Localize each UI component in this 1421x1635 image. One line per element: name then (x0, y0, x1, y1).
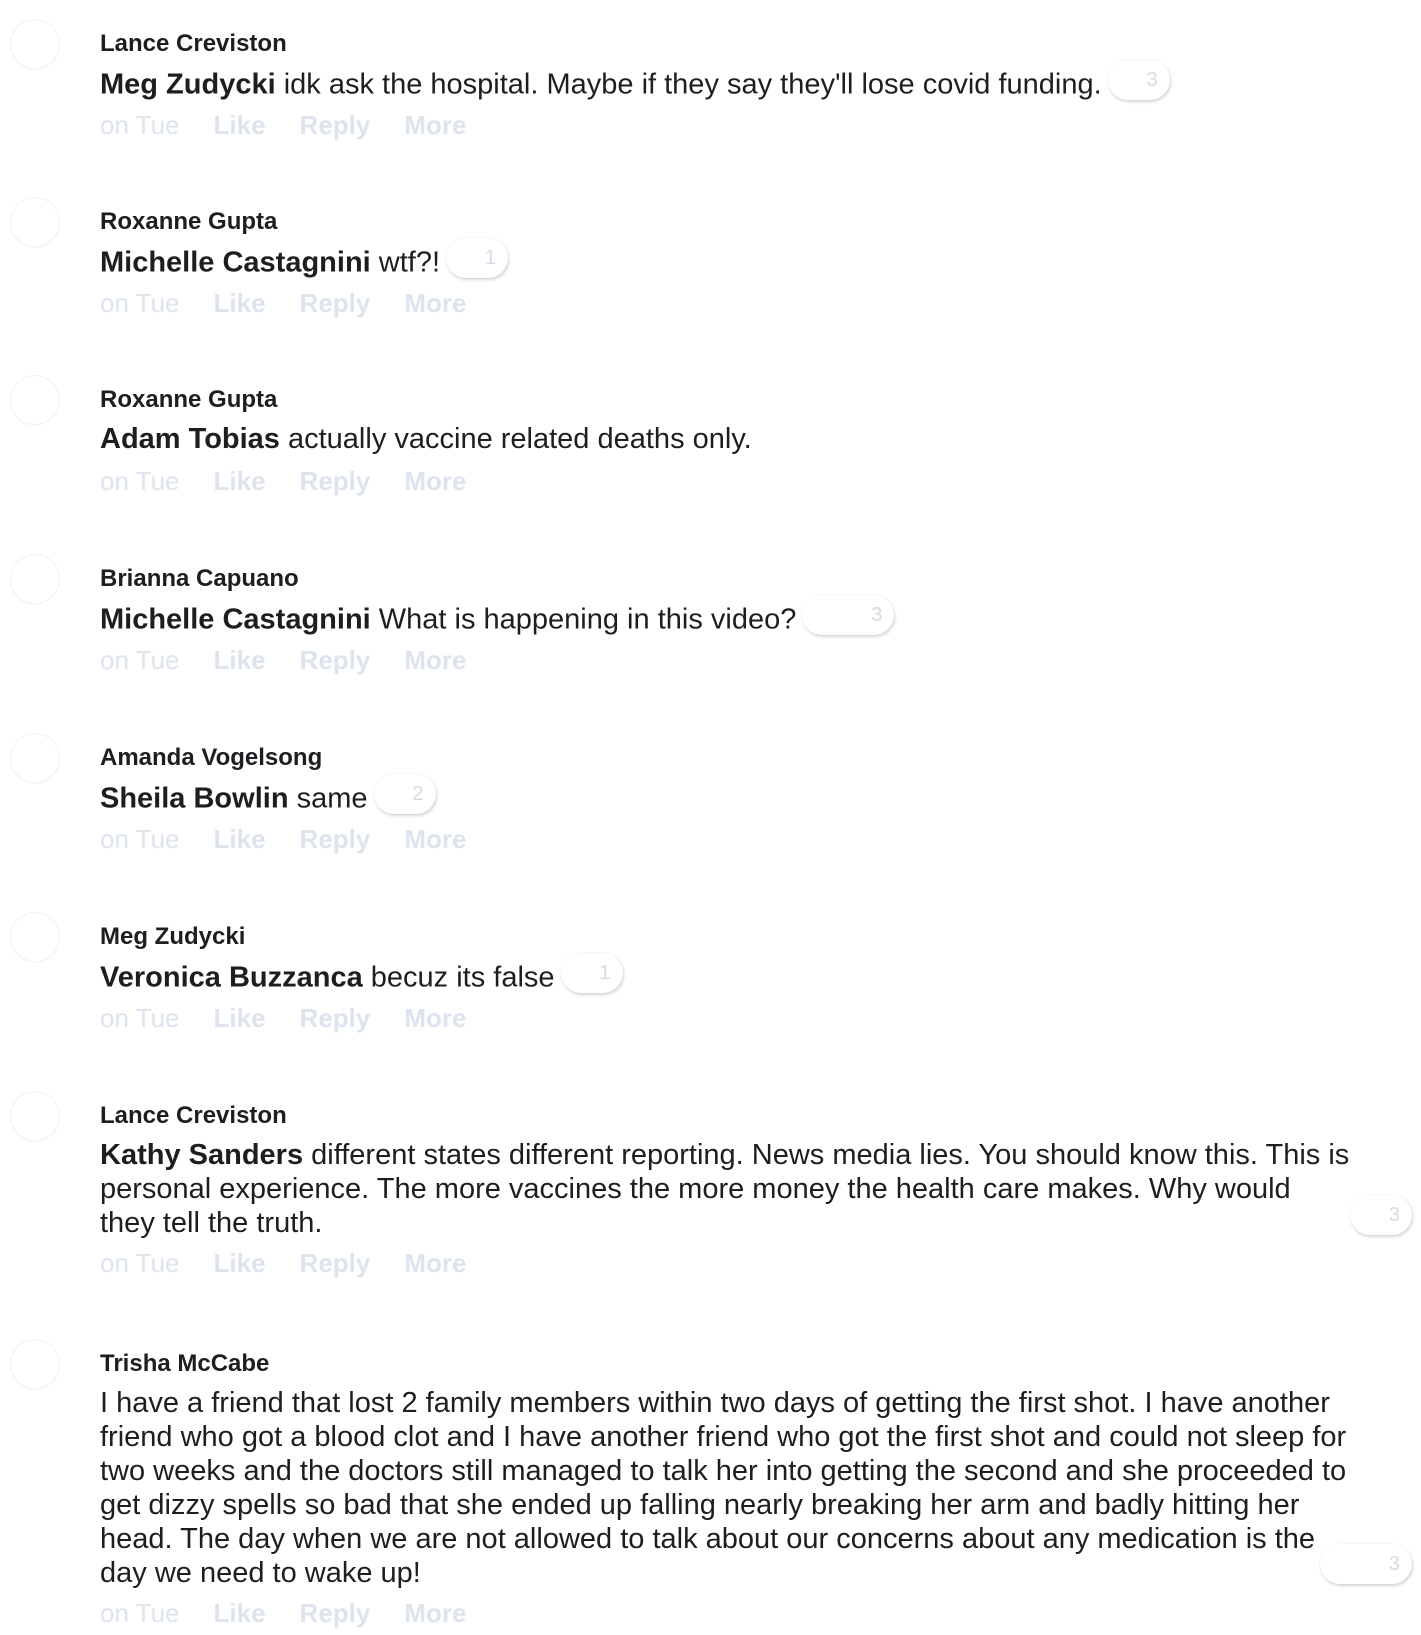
comment-timestamp[interactable]: on Tue (100, 1598, 180, 1628)
comment-body: Veronica Buzzanca becuz its false 1 (100, 953, 623, 999)
reply-button[interactable]: Reply (300, 824, 371, 854)
like-button[interactable]: Like (214, 466, 266, 496)
avatar[interactable] (11, 734, 59, 782)
reaction-count-badge[interactable]: 3 (1107, 60, 1170, 100)
reply-button[interactable]: Reply (300, 1598, 371, 1628)
avatar[interactable] (11, 376, 59, 424)
more-button[interactable]: More (404, 1598, 466, 1628)
like-button[interactable]: Like (214, 1003, 266, 1033)
comment-text: I have a friend that lost 2 family membe… (100, 1387, 1347, 1589)
more-button[interactable]: More (404, 466, 466, 496)
like-button[interactable]: Like (214, 288, 266, 318)
avatar[interactable] (11, 555, 59, 603)
reaction-count-badge[interactable]: 3 (1350, 1195, 1412, 1235)
comment-actions: on Tue Like Reply More (100, 645, 500, 675)
comment-body: Adam Tobias actually vaccine related dea… (100, 422, 752, 456)
comment-text: wtf?! (370, 246, 441, 279)
comment-author[interactable]: Trisha McCabe (100, 1350, 269, 1378)
more-button[interactable]: More (404, 824, 466, 854)
avatar[interactable] (11, 1092, 59, 1140)
comment-author[interactable]: Brianna Capuano (100, 565, 299, 593)
comment-timestamp[interactable]: on Tue (100, 645, 180, 675)
comment-author[interactable]: Lance Creviston (100, 30, 287, 58)
comment-actions: on Tue Like Reply More (100, 1598, 500, 1628)
reply-button[interactable]: Reply (300, 645, 371, 675)
reply-button[interactable]: Reply (300, 1003, 371, 1033)
more-button[interactable]: More (404, 1248, 466, 1278)
reaction-count-badge[interactable]: 3 (1320, 1544, 1412, 1584)
more-button[interactable]: More (404, 1003, 466, 1033)
comment-actions: on Tue Like Reply More (100, 1003, 500, 1033)
like-button[interactable]: Like (214, 645, 266, 675)
comment-timestamp[interactable]: on Tue (100, 1003, 180, 1033)
comment-author[interactable]: Lance Creviston (100, 1102, 287, 1130)
comment-body: I have a friend that lost 2 family membe… (100, 1386, 1350, 1590)
comment-mention[interactable]: Veronica Buzzanca (100, 962, 363, 994)
like-button[interactable]: Like (214, 1598, 266, 1628)
comment-mention[interactable]: Meg Zudycki (100, 69, 276, 101)
comment-mention[interactable]: Michelle Castagnini (100, 604, 371, 636)
reaction-count-badge[interactable]: 2 (373, 774, 436, 814)
avatar[interactable] (11, 913, 59, 961)
comment-author[interactable]: Roxanne Gupta (100, 386, 277, 414)
comment-timestamp[interactable]: on Tue (100, 1248, 180, 1278)
comment-timestamp[interactable]: on Tue (100, 824, 180, 854)
comment-text: becuz its false (362, 961, 555, 994)
reply-button[interactable]: Reply (300, 466, 371, 496)
reply-button[interactable]: Reply (300, 288, 371, 318)
comment-actions: on Tue Like Reply More (100, 824, 500, 854)
comment-body: Meg Zudycki idk ask the hospital. Maybe … (100, 60, 1170, 106)
reaction-count-badge[interactable]: 3 (802, 595, 895, 635)
like-button[interactable]: Like (214, 110, 266, 140)
comment-text: idk ask the hospital. Maybe if they say … (275, 68, 1102, 101)
like-button[interactable]: Like (214, 824, 266, 854)
comment-actions: on Tue Like Reply More (100, 1248, 500, 1278)
comment-author[interactable]: Amanda Vogelsong (100, 744, 322, 772)
comment-mention[interactable]: Michelle Castagnini (100, 247, 371, 279)
comment-mention[interactable]: Sheila Bowlin (100, 783, 289, 815)
comment-actions: on Tue Like Reply More (100, 110, 500, 140)
comment-mention[interactable]: Kathy Sanders (100, 1139, 303, 1171)
more-button[interactable]: More (404, 110, 466, 140)
reply-button[interactable]: Reply (300, 110, 371, 140)
comment-author[interactable]: Roxanne Gupta (100, 208, 277, 236)
like-button[interactable]: Like (214, 1248, 266, 1278)
reaction-count-badge[interactable]: 1 (446, 238, 509, 278)
comment-body: Michelle Castagnini wtf?! 1 (100, 238, 509, 284)
avatar[interactable] (11, 198, 59, 246)
reaction-count-badge[interactable]: 1 (560, 953, 623, 993)
comment-actions: on Tue Like Reply More (100, 466, 500, 496)
reply-button[interactable]: Reply (300, 1248, 371, 1278)
comment-body: Kathy Sanders different states different… (100, 1138, 1350, 1240)
comment-body: Sheila Bowlin same 2 (100, 774, 436, 820)
avatar[interactable] (11, 20, 59, 68)
comment-author[interactable]: Meg Zudycki (100, 923, 245, 951)
comment-timestamp[interactable]: on Tue (100, 110, 180, 140)
comment-actions: on Tue Like Reply More (100, 288, 500, 318)
comment-body: Michelle Castagnini What is happening in… (100, 595, 895, 641)
avatar[interactable] (11, 1340, 59, 1388)
comment-text: What is happening in this video? (370, 603, 797, 636)
comment-text: actually vaccine related deaths only. (279, 423, 752, 455)
comment-mention[interactable]: Adam Tobias (100, 423, 280, 455)
comment-text: same (288, 782, 368, 815)
comment-timestamp[interactable]: on Tue (100, 288, 180, 318)
more-button[interactable]: More (404, 645, 466, 675)
more-button[interactable]: More (404, 288, 466, 318)
comment-timestamp[interactable]: on Tue (100, 466, 180, 496)
